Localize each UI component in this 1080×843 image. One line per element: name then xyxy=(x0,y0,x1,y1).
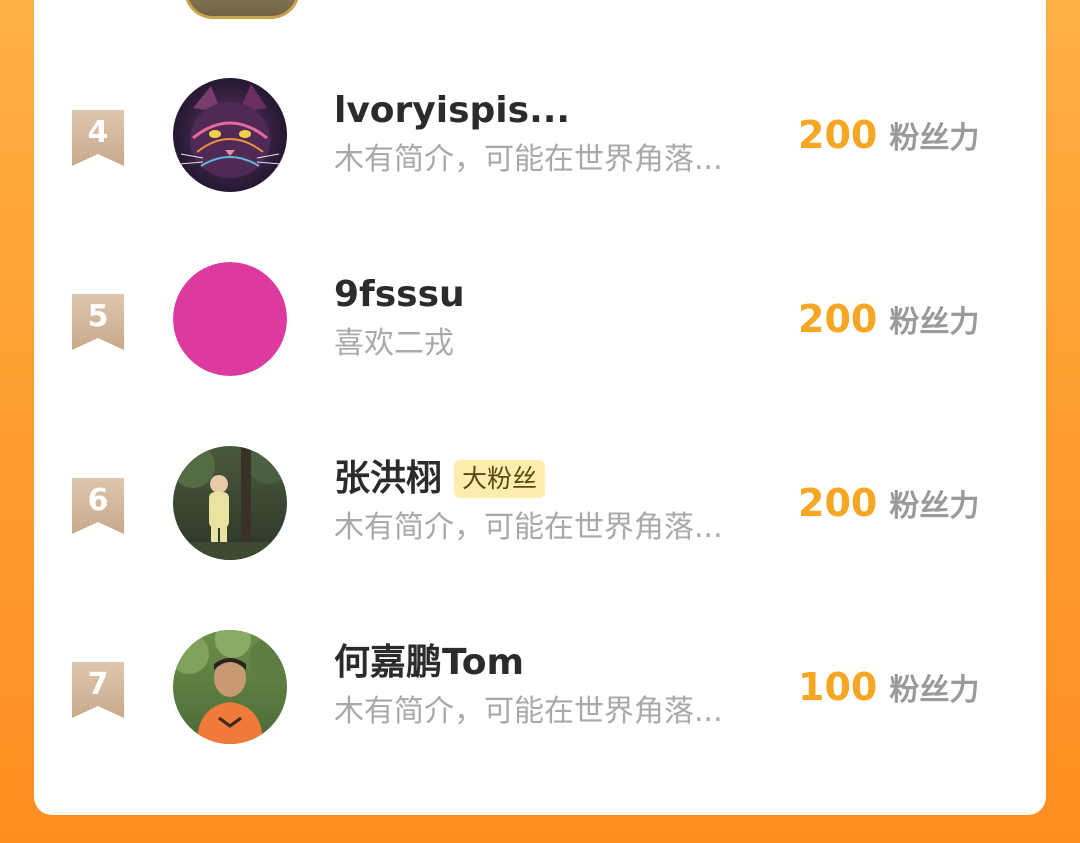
fan-power-score: 200 粉丝力 xyxy=(798,480,979,530)
fan-power-score: 200 粉丝力 xyxy=(798,112,979,162)
fan-ranking-card: 4 lvoryispis... 木有简介，可能在世界角落... 200 粉丝力 … xyxy=(34,0,1046,815)
magenta-circle-avatar-icon[interactable] xyxy=(173,262,287,376)
fan-power-value: 200 xyxy=(798,481,878,525)
rank-ribbon-icon: 5 xyxy=(72,294,124,350)
fan-power-score: 200 粉丝力 xyxy=(798,296,979,346)
rank-number: 6 xyxy=(87,483,109,518)
ranking-row-4[interactable]: 4 lvoryispis... 木有简介，可能在世界角落... 200 粉丝力 xyxy=(34,78,1046,198)
avatar-rank-3-partial[interactable] xyxy=(184,0,300,19)
rank-ribbon-icon: 6 xyxy=(72,478,124,534)
fan-power-value: 200 xyxy=(798,113,878,157)
user-bio: 木有简介，可能在世界角落... xyxy=(334,142,723,177)
rank-ribbon-icon: 7 xyxy=(72,662,124,718)
name-line: 9fsssu xyxy=(334,272,465,318)
fan-power-unit: 粉丝力 xyxy=(889,305,980,340)
fan-power-unit: 粉丝力 xyxy=(889,673,980,708)
user-name[interactable]: 9fsssu xyxy=(334,272,465,318)
user-bio: 木有简介，可能在世界角落... xyxy=(334,694,723,729)
child-photo-avatar-icon[interactable] xyxy=(173,446,287,560)
user-name[interactable]: 张洪栩 xyxy=(334,456,442,502)
rank-ribbon-icon: 4 xyxy=(72,110,124,166)
boy-photo-avatar-icon[interactable] xyxy=(173,630,287,744)
rank-number: 5 xyxy=(87,299,109,334)
cat-avatar-icon[interactable] xyxy=(173,78,287,192)
rank-number: 7 xyxy=(87,667,109,702)
user-bio: 木有简介，可能在世界角落... xyxy=(334,510,723,545)
rank-number: 4 xyxy=(87,115,109,150)
ranking-row-5[interactable]: 5 9fsssu 喜欢二戎 200 粉丝力 xyxy=(34,262,1046,382)
fan-power-unit: 粉丝力 xyxy=(889,121,980,156)
big-fan-badge: 大粉丝 xyxy=(454,460,546,498)
fan-power-value: 200 xyxy=(798,297,878,341)
name-line: 何嘉鹏Tom xyxy=(334,640,524,686)
user-name[interactable]: 何嘉鹏Tom xyxy=(334,640,524,686)
user-bio: 喜欢二戎 xyxy=(334,326,454,361)
ranking-row-7[interactable]: 7 何嘉鹏Tom 木有简介，可能在世界角落... 100 粉丝力 xyxy=(34,630,1046,750)
name-line: lvoryispis... xyxy=(334,88,570,134)
name-line: 张洪栩 大粉丝 xyxy=(334,456,546,502)
fan-power-value: 100 xyxy=(798,665,878,709)
ranking-row-6[interactable]: 6 张洪栩 大粉丝 木有简介，可能在世界角落... 200 粉丝力 xyxy=(34,446,1046,566)
user-name[interactable]: lvoryispis... xyxy=(334,88,570,134)
fan-power-unit: 粉丝力 xyxy=(889,489,980,524)
fan-power-score: 100 粉丝力 xyxy=(798,664,979,714)
